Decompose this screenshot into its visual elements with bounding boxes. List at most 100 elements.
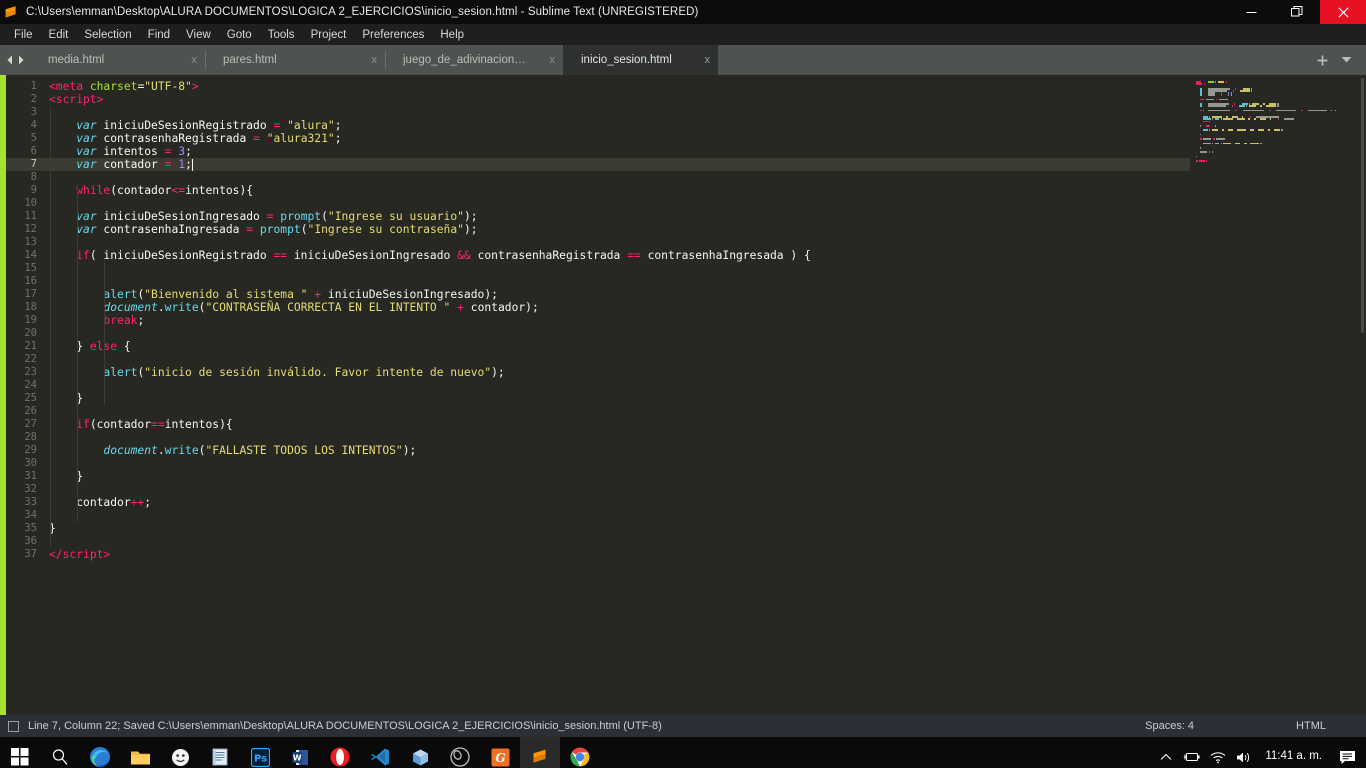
chrome-icon <box>570 747 590 767</box>
folder-icon <box>130 751 150 764</box>
code-line: break; <box>103 314 145 327</box>
word-button[interactable]: W <box>280 737 320 768</box>
tab-label: inicio_sesion.html <box>581 54 672 66</box>
word-icon: W <box>292 749 308 765</box>
wifi-icon[interactable] <box>1205 737 1231 768</box>
code-line: alert("Bienvenido al sistema " + iniciuD… <box>103 288 498 301</box>
code-line: alert("inicio de sesión inválido. Favor … <box>103 366 505 379</box>
close-icon[interactable] <box>1320 0 1366 24</box>
package-button[interactable] <box>400 737 440 768</box>
sublime-text-button[interactable] <box>520 737 560 768</box>
line-number: 35 <box>24 522 37 534</box>
gamejolt-button[interactable]: G <box>480 737 520 768</box>
search-button[interactable] <box>40 737 80 768</box>
tab-close-icon[interactable]: x <box>372 54 378 66</box>
menu-item-preferences[interactable]: Preferences <box>354 27 432 43</box>
menu-item-view[interactable]: View <box>178 27 219 43</box>
indent-guide <box>104 262 106 405</box>
system-tray: 11:41 a. m. <box>1153 737 1366 768</box>
line-number: 13 <box>24 236 37 248</box>
obs-icon <box>450 747 470 767</box>
restore-icon[interactable] <box>1274 0 1320 24</box>
svg-text:G: G <box>495 750 505 764</box>
obs-button[interactable] <box>440 737 480 768</box>
line-number: 22 <box>24 353 37 365</box>
menu-item-edit[interactable]: Edit <box>41 27 77 43</box>
plus-icon[interactable] <box>1316 54 1329 67</box>
file-explorer-button[interactable] <box>120 737 160 768</box>
line-number: 15 <box>24 262 37 274</box>
vscode-button[interactable] <box>360 737 400 768</box>
tab-close-icon[interactable]: x <box>192 54 198 66</box>
opera-button[interactable] <box>320 737 360 768</box>
menu-item-find[interactable]: Find <box>140 27 178 43</box>
split-panes-icon[interactable] <box>8 720 19 732</box>
line-number: 23 <box>24 366 37 378</box>
menu-item-file[interactable]: File <box>6 27 41 43</box>
emoji-app-button[interactable] <box>160 737 200 768</box>
code-line: if( iniciuDeSesionRegistrado == iniciuDe… <box>76 249 811 262</box>
title-bar: C:\Users\emman\Desktop\ALURA DOCUMENTOS\… <box>0 0 1366 24</box>
line-number: 31 <box>24 470 37 482</box>
tab-inicio_sesion-html[interactable]: inicio_sesion.html x <box>563 45 718 75</box>
code-content[interactable]: <meta charset="UTF-8"> <script> var inici… <box>46 75 1190 715</box>
tab-media-html[interactable]: media.html x <box>30 45 205 75</box>
photoshop-button[interactable]: Ps <box>240 737 280 768</box>
chevron-up-icon[interactable] <box>1153 737 1179 768</box>
g-app-icon: G <box>491 748 509 766</box>
menu-item-tools[interactable]: Tools <box>260 27 303 43</box>
photoshop-icon: Ps <box>250 747 270 767</box>
window-title: C:\Users\emman\Desktop\ALURA DOCUMENTOS\… <box>26 6 699 18</box>
code-line: document.write("CONTRASEÑA CORRECTA EN E… <box>103 301 539 314</box>
tab-label: pares.html <box>223 54 277 66</box>
tab-close-icon[interactable]: x <box>550 54 556 66</box>
code-line: var iniciuDeSesionRegistrado = "alura"; <box>76 119 342 132</box>
syntax-mode[interactable]: HTML <box>1296 720 1326 732</box>
tab-bar: media.html x pares.html x juego_de_adivinaci… <box>0 45 1366 75</box>
svg-text:Ps: Ps <box>253 753 266 764</box>
minimap[interactable] <box>1190 75 1366 715</box>
code-line: } else { <box>76 340 131 353</box>
code-line: } <box>76 392 84 405</box>
chevron-left-icon <box>7 55 12 65</box>
smiley-icon <box>171 748 189 766</box>
tab-pares-html[interactable]: pares.html x <box>205 45 385 75</box>
notepad-button[interactable] <box>200 737 240 768</box>
code-line: var iniciuDeSesionIngresado = prompt("In… <box>76 210 478 223</box>
line-number-gutter: 1 2 3 4 5 6 7 8 9 10 11 12 13 14 15 16 17 18 19 20 21 22 23 24 2… <box>0 75 46 715</box>
tab-juego_de_adivinacion-html[interactable]: juego_de_adivinacion.html x <box>385 45 563 75</box>
tab-close-icon[interactable]: x <box>705 54 711 66</box>
battery-icon[interactable] <box>1179 737 1205 768</box>
menu-item-project[interactable]: Project <box>303 27 355 43</box>
notification-icon[interactable] <box>1332 737 1362 768</box>
menu-item-selection[interactable]: Selection <box>76 27 139 43</box>
chrome-button[interactable] <box>560 737 600 768</box>
indentation-setting[interactable]: Spaces: 4 <box>1145 720 1194 732</box>
line-number: 26 <box>24 405 37 417</box>
edge-button[interactable] <box>80 737 120 768</box>
menu-item-help[interactable]: Help <box>432 27 472 43</box>
speaker-icon[interactable] <box>1231 737 1257 768</box>
chevron-down-icon[interactable] <box>1341 56 1352 64</box>
code-line: document.write("FALLASTE TODOS LOS INTEN… <box>103 444 417 457</box>
line-number: 32 <box>24 483 37 495</box>
line-number: 21 <box>24 340 37 352</box>
line-number: 11 <box>24 210 37 222</box>
vscode-icon <box>371 748 389 766</box>
tab-label: media.html <box>48 54 105 66</box>
code-line: <meta charset="UTF-8"> <box>49 80 199 93</box>
line-number: 24 <box>24 379 37 391</box>
start-button[interactable] <box>0 737 40 768</box>
minimap-scrollbar[interactable] <box>1361 78 1364 333</box>
clock[interactable]: 11:41 a. m. <box>1257 750 1332 763</box>
menu-item-goto[interactable]: Goto <box>219 27 260 43</box>
line-number: 5 <box>30 132 37 144</box>
minimize-icon[interactable] <box>1228 0 1274 24</box>
